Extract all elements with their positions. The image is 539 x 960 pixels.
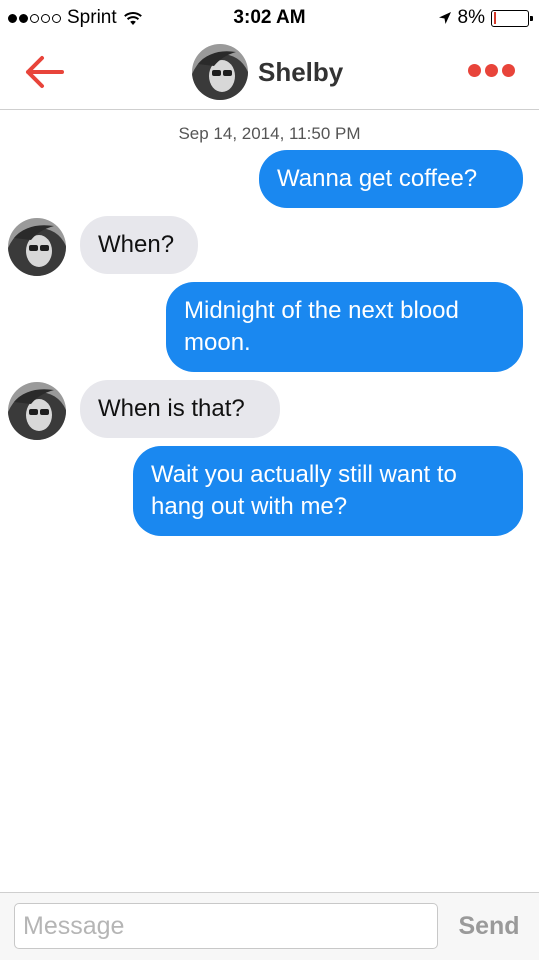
nav-bar: Shelby [0, 38, 539, 110]
outgoing-message: Midnight of the next blood moon. [166, 282, 523, 372]
incoming-message: When? [80, 216, 198, 274]
more-dots-icon[interactable] [468, 64, 515, 77]
conversation-timestamp: Sep 14, 2014, 11:50 PM [178, 124, 361, 143]
avatar [8, 382, 66, 440]
outgoing-message: Wait you actually still want to hang out… [133, 446, 523, 536]
incoming-message: When is that? [80, 380, 280, 438]
battery-percent: 8% [457, 7, 485, 28]
contact-name: Shelby [258, 56, 344, 87]
message-input[interactable] [14, 903, 438, 949]
battery-level [493, 12, 497, 24]
location-arrow-icon [438, 12, 451, 24]
status-right: 8% [438, 7, 533, 29]
avatar[interactable] [192, 44, 248, 100]
back-arrow-icon[interactable] [24, 54, 66, 90]
message-composer: Send [0, 892, 539, 960]
outgoing-message: Wanna get coffee? [259, 150, 523, 208]
avatar [8, 218, 66, 276]
send-button[interactable]: Send [444, 903, 534, 949]
contact-header[interactable]: Shelby [192, 44, 343, 100]
battery-icon [491, 9, 533, 27]
status-bar: Sprint 3:02 AM 8% [0, 0, 539, 38]
